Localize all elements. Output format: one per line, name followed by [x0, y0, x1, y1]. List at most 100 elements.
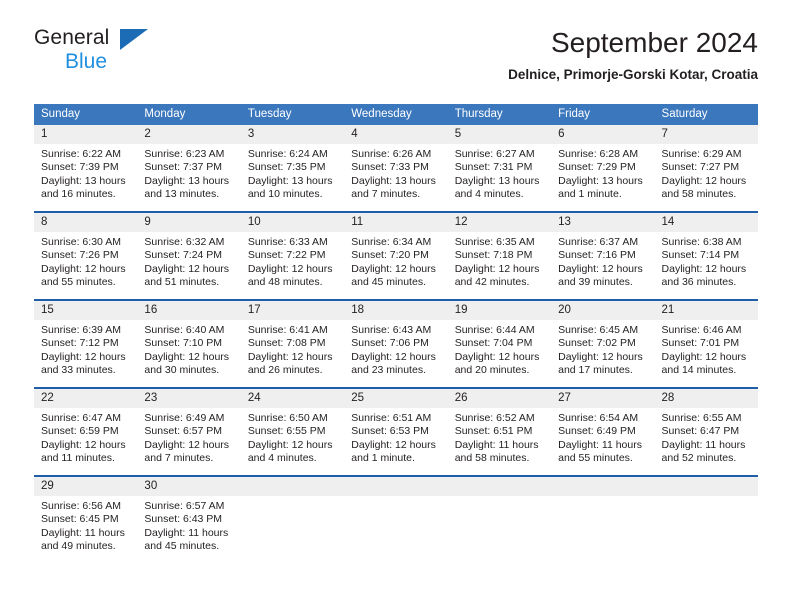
day-details: Sunrise: 6:39 AM Sunset: 7:12 PM Daylight:… [34, 320, 137, 387]
day-cell[interactable]: 20 Sunrise: 6:45 AM Sunset: 7:02 PM Dayligh… [551, 299, 655, 388]
daylight-text-line2: and 7 minutes. [144, 452, 214, 465]
day-cell[interactable]: 7 Sunrise: 6:29 AM Sunset: 7:27 PM Daylight… [654, 125, 758, 212]
day-cell[interactable]: 30 Sunrise: 6:57 AM Sunset: 6:43 PM Dayligh… [137, 475, 241, 563]
day-cell[interactable]: 6 Sunrise: 6:28 AM Sunset: 7:29 PM Daylight… [551, 125, 655, 212]
sunrise-text: Sunrise: 6:34 AM [351, 236, 432, 248]
daylight-text-line1: Daylight: 12 hours [41, 438, 126, 451]
daylight-text-line1: Daylight: 11 hours [41, 526, 125, 539]
sunset-text: Sunset: 7:29 PM [558, 161, 636, 174]
sunrise-text: Sunrise: 6:27 AM [454, 148, 535, 160]
day-details: Sunrise: 6:55 AM Sunset: 6:47 PM Daylight:… [655, 408, 758, 475]
day-cell[interactable]: 17 Sunrise: 6:41 AM Sunset: 7:08 PM Dayligh… [240, 299, 345, 388]
daylight-text-line1: Daylight: 13 hours [247, 174, 333, 187]
daylight-text-line2: and 23 minutes. [351, 364, 426, 377]
day-cell[interactable]: 8 Sunrise: 6:30 AM Sunset: 7:26 PM Daylight… [34, 211, 138, 300]
sunrise-text: Sunrise: 6:35 AM [454, 236, 535, 248]
sunrise-text: Sunrise: 6:30 AM [41, 236, 121, 248]
day-cell[interactable]: 23 Sunrise: 6:49 AM Sunset: 6:57 PM Dayligh… [137, 387, 241, 476]
sunset-text: Sunset: 6:47 PM [661, 425, 740, 438]
weekday-header-saturday: Saturday [654, 104, 758, 125]
day-number: 3 [240, 125, 345, 144]
day-details: Sunrise: 6:27 AM Sunset: 7:31 PM Daylight:… [448, 144, 551, 211]
day-cell[interactable]: 2 Sunrise: 6:23 AM Sunset: 7:37 PM Daylight… [137, 125, 241, 212]
day-details: Sunrise: 6:54 AM Sunset: 6:49 PM Daylight:… [551, 408, 654, 475]
day-details: Sunrise: 6:34 AM Sunset: 7:20 PM Daylight:… [344, 232, 447, 299]
day-details: Sunrise: 6:50 AM Sunset: 6:55 PM Daylight:… [241, 408, 344, 475]
day-cell[interactable]: 16 Sunrise: 6:40 AM Sunset: 7:10 PM Dayligh… [137, 299, 241, 388]
day-cell-empty [551, 475, 655, 563]
day-number: 4 [344, 125, 448, 144]
day-cell-empty [654, 475, 758, 563]
day-cell-empty [344, 475, 448, 563]
sunset-text: Sunset: 6:59 PM [41, 425, 119, 438]
day-cell[interactable]: 14 Sunrise: 6:38 AM Sunset: 7:14 PM Dayligh… [654, 211, 758, 300]
sunrise-text: Sunrise: 6:55 AM [661, 412, 742, 424]
day-cell[interactable]: 19 Sunrise: 6:44 AM Sunset: 7:04 PM Dayligh… [447, 299, 552, 388]
day-details: Sunrise: 6:35 AM Sunset: 7:18 PM Daylight:… [448, 232, 551, 299]
day-cell[interactable]: 1 Sunrise: 6:22 AM Sunset: 7:39 PM Daylight… [34, 125, 138, 212]
generalblue-logo[interactable]: General Blue [34, 26, 154, 80]
day-cell[interactable]: 26 Sunrise: 6:52 AM Sunset: 6:51 PM Dayligh… [447, 387, 552, 476]
calendar-week-row: 1 Sunrise: 6:22 AM Sunset: 7:39 PM Daylight… [34, 125, 758, 212]
day-details: Sunrise: 6:30 AM Sunset: 7:26 PM Daylight:… [34, 232, 137, 299]
page-subtitle: Delnice, Primorje-Gorski Kotar, Croatia [508, 67, 758, 82]
calendar-body: 1 Sunrise: 6:22 AM Sunset: 7:39 PM Daylight… [34, 125, 758, 563]
day-cell[interactable]: 3 Sunrise: 6:24 AM Sunset: 7:35 PM Daylight… [240, 125, 345, 212]
day-cell[interactable]: 18 Sunrise: 6:43 AM Sunset: 7:06 PM Dayligh… [344, 299, 448, 388]
sunset-text: Sunset: 7:12 PM [41, 337, 119, 350]
day-details: Sunrise: 6:24 AM Sunset: 7:35 PM Daylight:… [241, 144, 344, 211]
day-details [655, 496, 758, 563]
weekday-header-thursday: Thursday [447, 104, 552, 125]
day-details: Sunrise: 6:41 AM Sunset: 7:08 PM Daylight:… [241, 320, 344, 387]
day-cell[interactable]: 28 Sunrise: 6:55 AM Sunset: 6:47 PM Dayligh… [654, 387, 758, 476]
calendar-week-row: 15 Sunrise: 6:39 AM Sunset: 7:12 PM Dayligh… [34, 299, 758, 388]
day-number: 8 [34, 213, 138, 232]
daylight-text-line2: and 48 minutes. [247, 276, 323, 289]
day-number: 21 [654, 301, 758, 320]
day-cell[interactable]: 9 Sunrise: 6:32 AM Sunset: 7:24 PM Daylight… [137, 211, 241, 300]
page-header: General Blue September 2024 Delnice, Pri… [34, 26, 758, 96]
day-number: 16 [137, 301, 241, 320]
daylight-text-line1: Daylight: 12 hours [247, 350, 333, 363]
daylight-text-line2: and 10 minutes. [247, 188, 323, 201]
day-cell[interactable]: 4 Sunrise: 6:26 AM Sunset: 7:33 PM Daylight… [344, 125, 448, 212]
daylight-text-line1: Daylight: 12 hours [661, 350, 747, 363]
day-cell[interactable]: 24 Sunrise: 6:50 AM Sunset: 6:55 PM Dayligh… [240, 387, 345, 476]
day-number: 15 [34, 301, 138, 320]
logo-text-blue: Blue [65, 50, 108, 73]
day-cell[interactable]: 12 Sunrise: 6:35 AM Sunset: 7:18 PM Dayligh… [447, 211, 552, 300]
day-cell[interactable]: 13 Sunrise: 6:37 AM Sunset: 7:16 PM Dayligh… [551, 211, 655, 300]
daylight-text-line1: Daylight: 13 hours [351, 174, 436, 187]
daylight-text-line1: Daylight: 12 hours [41, 262, 126, 275]
day-details: Sunrise: 6:45 AM Sunset: 7:02 PM Daylight:… [551, 320, 654, 387]
day-cell[interactable]: 10 Sunrise: 6:33 AM Sunset: 7:22 PM Dayligh… [240, 211, 345, 300]
weekday-header-tuesday: Tuesday [240, 104, 345, 125]
daylight-text-line1: Daylight: 13 hours [41, 174, 126, 187]
day-details: Sunrise: 6:51 AM Sunset: 6:53 PM Daylight:… [344, 408, 447, 475]
sunrise-sunset-calendar: Sunday Monday Tuesday Wednesday Thursday… [34, 104, 758, 563]
day-details: Sunrise: 6:29 AM Sunset: 7:27 PM Daylight:… [655, 144, 758, 211]
day-cell[interactable]: 21 Sunrise: 6:46 AM Sunset: 7:01 PM Dayligh… [654, 299, 758, 388]
day-cell[interactable]: 5 Sunrise: 6:27 AM Sunset: 7:31 PM Daylight… [447, 125, 552, 212]
day-number: 5 [447, 125, 552, 144]
day-cell[interactable]: 27 Sunrise: 6:54 AM Sunset: 6:49 PM Dayligh… [551, 387, 655, 476]
day-number: 27 [551, 389, 655, 408]
day-cell[interactable]: 22 Sunrise: 6:47 AM Sunset: 6:59 PM Dayligh… [34, 387, 138, 476]
sunrise-text: Sunrise: 6:29 AM [661, 148, 742, 160]
day-number: 19 [447, 301, 552, 320]
day-cell[interactable]: 29 Sunrise: 6:56 AM Sunset: 6:45 PM Dayligh… [34, 475, 138, 563]
sunset-text: Sunset: 7:16 PM [558, 249, 636, 262]
sunset-text: Sunset: 6:51 PM [454, 425, 533, 438]
daylight-text-line1: Daylight: 12 hours [661, 174, 747, 187]
sunset-text: Sunset: 6:53 PM [351, 425, 429, 438]
day-cell[interactable]: 15 Sunrise: 6:39 AM Sunset: 7:12 PM Dayligh… [34, 299, 138, 388]
weekday-header-sunday: Sunday [34, 104, 138, 125]
daylight-text-line2: and 1 minute. [351, 452, 415, 465]
day-cell[interactable]: 11 Sunrise: 6:34 AM Sunset: 7:20 PM Dayligh… [344, 211, 448, 300]
daylight-text-line2: and 13 minutes. [144, 188, 220, 201]
daylight-text-line1: Daylight: 12 hours [351, 438, 436, 451]
sunrise-text: Sunrise: 6:52 AM [454, 412, 535, 424]
day-cell[interactable]: 25 Sunrise: 6:51 AM Sunset: 6:53 PM Dayligh… [344, 387, 448, 476]
sunrise-text: Sunrise: 6:22 AM [41, 148, 121, 160]
day-details [241, 496, 344, 563]
